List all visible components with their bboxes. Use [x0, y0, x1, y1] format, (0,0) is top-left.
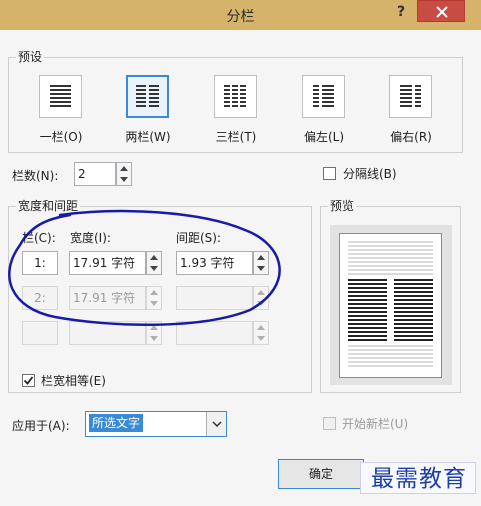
new-column-checkbox [323, 417, 336, 430]
separator-checkbox[interactable] [323, 167, 336, 180]
preset-left[interactable] [302, 75, 345, 118]
num-columns-label: 栏数(N): [12, 169, 59, 183]
spin-up-icon[interactable] [117, 163, 131, 174]
watermark-text: 最需教育 [371, 466, 467, 492]
one-column-icon [50, 85, 71, 107]
close-button[interactable] [417, 0, 465, 22]
preset-three-columns[interactable] [214, 75, 257, 118]
apply-to-select[interactable]: 所选文字 [85, 411, 227, 437]
preset-left-label: 偏左(L) [303, 130, 345, 144]
new-column-label: 开始新栏(U) [342, 417, 409, 431]
separator-label: 分隔线(B) [343, 167, 397, 181]
checkmark-icon [23, 376, 34, 385]
preset-one-column-label: 一栏(O) [39, 130, 83, 144]
three-columns-icon [224, 85, 246, 107]
preview-group-title: 预览 [328, 197, 357, 214]
close-icon [436, 6, 448, 18]
apply-to-value: 所选文字 [89, 414, 144, 432]
left-column-icon [313, 85, 334, 107]
two-columns-icon [136, 85, 159, 107]
equal-width-label: 栏宽相等(E) [41, 374, 106, 388]
chevron-down-icon [212, 421, 222, 427]
preset-right-label: 偏右(R) [390, 130, 432, 144]
preset-two-columns-label: 两栏(W) [125, 130, 171, 144]
watermark: 最需教育 [360, 462, 476, 494]
num-columns-spinner[interactable] [116, 162, 132, 186]
spin-down-icon[interactable] [117, 174, 131, 185]
apply-to-dropdown-button[interactable] [206, 412, 226, 436]
presets-group-title: 预设 [16, 48, 45, 65]
preview-lines [348, 241, 433, 367]
equal-width-checkbox[interactable] [22, 374, 35, 387]
preview-page [339, 233, 442, 378]
num-columns-input[interactable]: 2 [74, 162, 116, 186]
preset-one-column[interactable] [39, 75, 82, 118]
preset-right[interactable] [389, 75, 432, 118]
preset-three-columns-label: 三栏(T) [215, 130, 257, 144]
preset-two-columns[interactable] [126, 75, 169, 118]
apply-to-label: 应用于(A): [12, 419, 70, 433]
right-column-icon [400, 85, 421, 107]
help-button[interactable]: ? [390, 4, 412, 24]
ok-button[interactable]: 确定 [278, 459, 364, 489]
annotation-ellipse [8, 209, 281, 327]
